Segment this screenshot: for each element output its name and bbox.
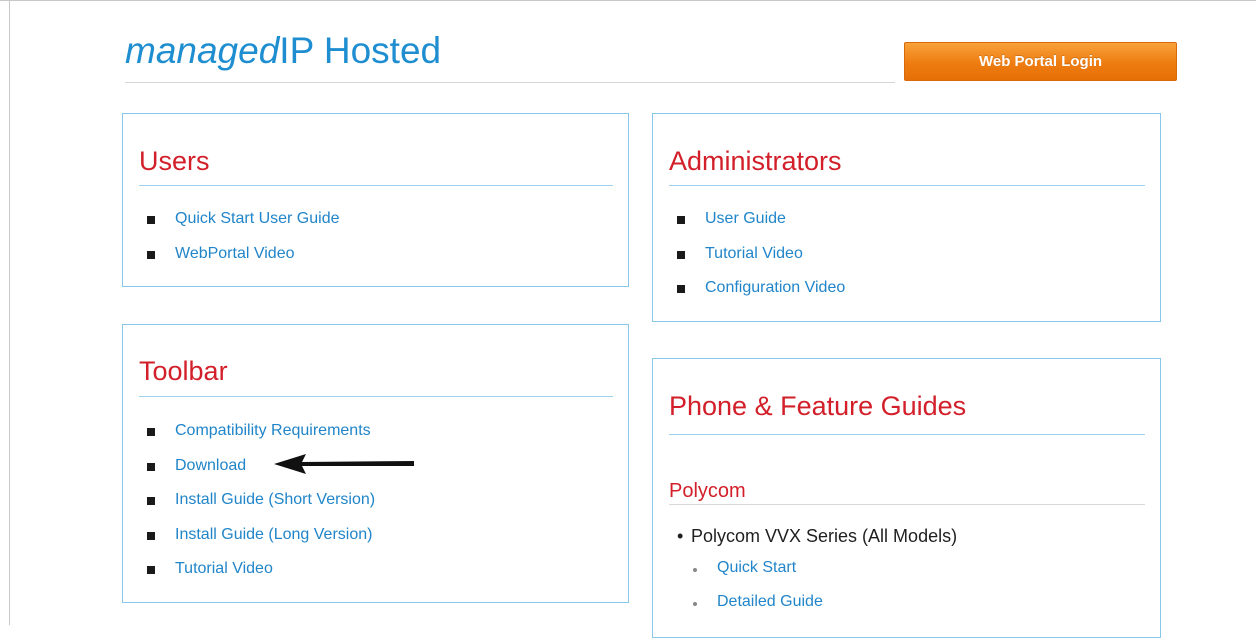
square-bullet-icon [147, 497, 155, 505]
square-bullet-icon [677, 250, 685, 259]
title-divider [125, 82, 895, 83]
link-configuration-video[interactable]: Configuration Video [675, 278, 845, 313]
link-quick-start-user-guide[interactable]: Quick Start User Guide [145, 209, 340, 244]
arrow-left-icon [274, 454, 414, 474]
window-left-border [9, 0, 10, 625]
administrators-panel: Administrators User Guide Tutorial Video… [652, 113, 1161, 322]
link-label: Install Guide (Long Version) [175, 525, 373, 543]
link-label: Configuration Video [705, 279, 846, 296]
users-links: Quick Start User Guide WebPortal Video [145, 209, 340, 278]
window-top-border [0, 0, 1256, 1]
link-label: User Guide [705, 210, 786, 227]
link-label: Tutorial Video [705, 244, 803, 262]
toolbar-links: Compatibility Requirements Download Inst… [145, 421, 375, 594]
link-tutorial-video[interactable]: Tutorial Video [675, 244, 845, 279]
series-label: Polycom VVX Series (All Models) [691, 526, 958, 546]
square-bullet-icon [147, 216, 155, 224]
square-bullet-icon [147, 250, 155, 259]
link-label: Download [175, 456, 247, 474]
administrators-links: User Guide Tutorial Video Configuration … [675, 209, 845, 313]
link-label: Quick Start [717, 559, 797, 576]
toolbar-heading-rule [139, 396, 613, 397]
users-heading: Users [139, 146, 210, 176]
small-bullet-icon [693, 568, 697, 572]
polycom-heading: Polycom [669, 480, 746, 502]
square-bullet-icon [147, 428, 155, 436]
site-title: managedIP Hosted [125, 30, 441, 72]
phone-feature-guides-heading: Phone & Feature Guides [669, 391, 967, 421]
link-label: Detailed Guide [717, 593, 823, 610]
square-bullet-icon [677, 216, 685, 224]
link-compatibility-requirements[interactable]: Compatibility Requirements [145, 421, 375, 456]
link-label: Compatibility Requirements [175, 422, 371, 439]
polycom-heading-rule [669, 504, 1145, 505]
users-heading-rule [139, 185, 613, 186]
site-title-italic: managed [125, 30, 280, 71]
web-portal-login-button[interactable]: Web Portal Login [904, 42, 1177, 81]
link-install-guide-long[interactable]: Install Guide (Long Version) [145, 525, 375, 560]
phone-heading-rule [669, 434, 1145, 435]
link-label: WebPortal Video [175, 244, 295, 262]
square-bullet-icon [147, 531, 155, 540]
users-panel: Users Quick Start User Guide WebPortal V… [122, 113, 629, 287]
site-title-rest: IP Hosted [279, 30, 442, 71]
link-toolbar-tutorial-video[interactable]: Tutorial Video [145, 559, 375, 594]
phone-feature-guides-panel: Phone & Feature Guides Polycom • Polycom … [652, 358, 1161, 638]
link-install-guide-short[interactable]: Install Guide (Short Version) [145, 490, 375, 525]
link-webportal-video[interactable]: WebPortal Video [145, 244, 340, 279]
square-bullet-icon [677, 285, 685, 293]
administrators-heading-rule [669, 185, 1145, 186]
link-label: Install Guide (Short Version) [175, 491, 376, 508]
square-bullet-icon [147, 566, 155, 574]
link-user-guide[interactable]: User Guide [675, 209, 845, 244]
link-quick-start[interactable]: Quick Start [693, 559, 797, 577]
bullet-dot-icon: • [677, 526, 684, 546]
link-detailed-guide[interactable]: Detailed Guide [693, 593, 823, 611]
link-label: Tutorial Video [175, 560, 273, 577]
square-bullet-icon [147, 462, 155, 471]
administrators-heading: Administrators [669, 146, 842, 176]
link-label: Quick Start User Guide [175, 210, 340, 227]
polycom-vvx-series-item: • Polycom VVX Series (All Models) [677, 526, 957, 547]
small-bullet-icon [693, 602, 697, 606]
toolbar-heading: Toolbar [139, 356, 228, 386]
